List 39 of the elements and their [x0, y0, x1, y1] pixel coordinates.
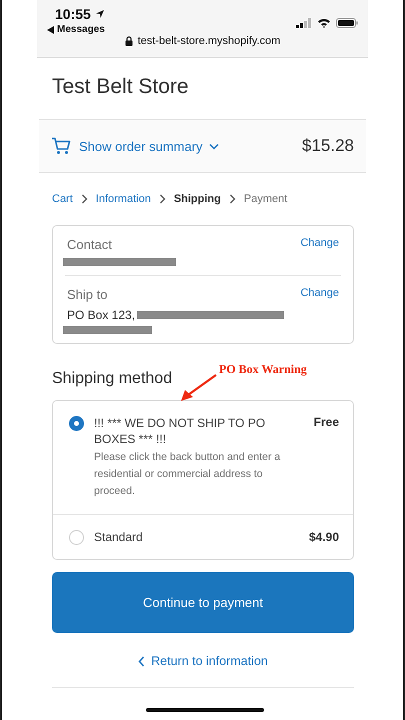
location-icon — [94, 9, 105, 19]
annotation-arrow — [178, 373, 218, 403]
url-text[interactable]: test-belt-store.myshopify.com — [138, 35, 280, 47]
show-order-summary-toggle[interactable]: Show order summary — [79, 138, 203, 154]
breadcrumb-item[interactable]: Payment — [244, 193, 288, 205]
chevron-left-icon — [138, 656, 146, 666]
breadcrumb-item[interactable]: Information — [96, 193, 151, 205]
change-link[interactable]: Change — [300, 287, 339, 334]
signal-icon — [296, 18, 312, 28]
chevron-down-icon — [208, 142, 219, 150]
battery-icon — [336, 18, 358, 28]
lock-icon — [124, 36, 133, 46]
shipping-option-title: !!! *** WE DO NOT SHIP TO PO BOXES *** !!! — [94, 415, 266, 447]
wifi-icon — [317, 18, 331, 28]
breadcrumb-item[interactable]: Shipping — [174, 193, 221, 205]
chevron-right-icon — [80, 194, 88, 204]
section-heading: Shipping method — [52, 370, 172, 388]
review-label: Contact — [67, 237, 113, 252]
shipping-price: $4.90 — [308, 530, 339, 544]
shipping-price: Free — [314, 415, 339, 429]
chevron-right-icon — [228, 194, 236, 204]
cart-icon — [51, 137, 71, 155]
back-triangle-icon[interactable] — [47, 26, 54, 34]
annotation-text: PO Box Warning — [219, 362, 307, 377]
breadcrumb-item[interactable]: Cart — [52, 193, 73, 205]
order-total: $15.28 — [302, 136, 354, 156]
continue-button[interactable]: Continue to payment — [52, 572, 354, 633]
shipping-option-title: Standard — [94, 529, 144, 545]
radio-button[interactable] — [69, 416, 84, 431]
change-link[interactable]: Change — [300, 237, 339, 266]
order-summary-bar[interactable]: Show order summary $15.28 — [39, 119, 366, 173]
shipping-option-description: Please click the back button and enter a residential or commercial address to proceed. — [94, 450, 282, 499]
store-title: Test Belt Store — [52, 75, 190, 99]
status-time: 10:55 — [55, 6, 91, 22]
address-text: PO Box 123, — [67, 308, 136, 322]
return-link[interactable]: Return to information — [151, 654, 268, 668]
chevron-right-icon — [158, 194, 166, 204]
review-label: Ship to — [67, 287, 108, 302]
back-to-app-link[interactable]: Messages — [57, 24, 105, 35]
